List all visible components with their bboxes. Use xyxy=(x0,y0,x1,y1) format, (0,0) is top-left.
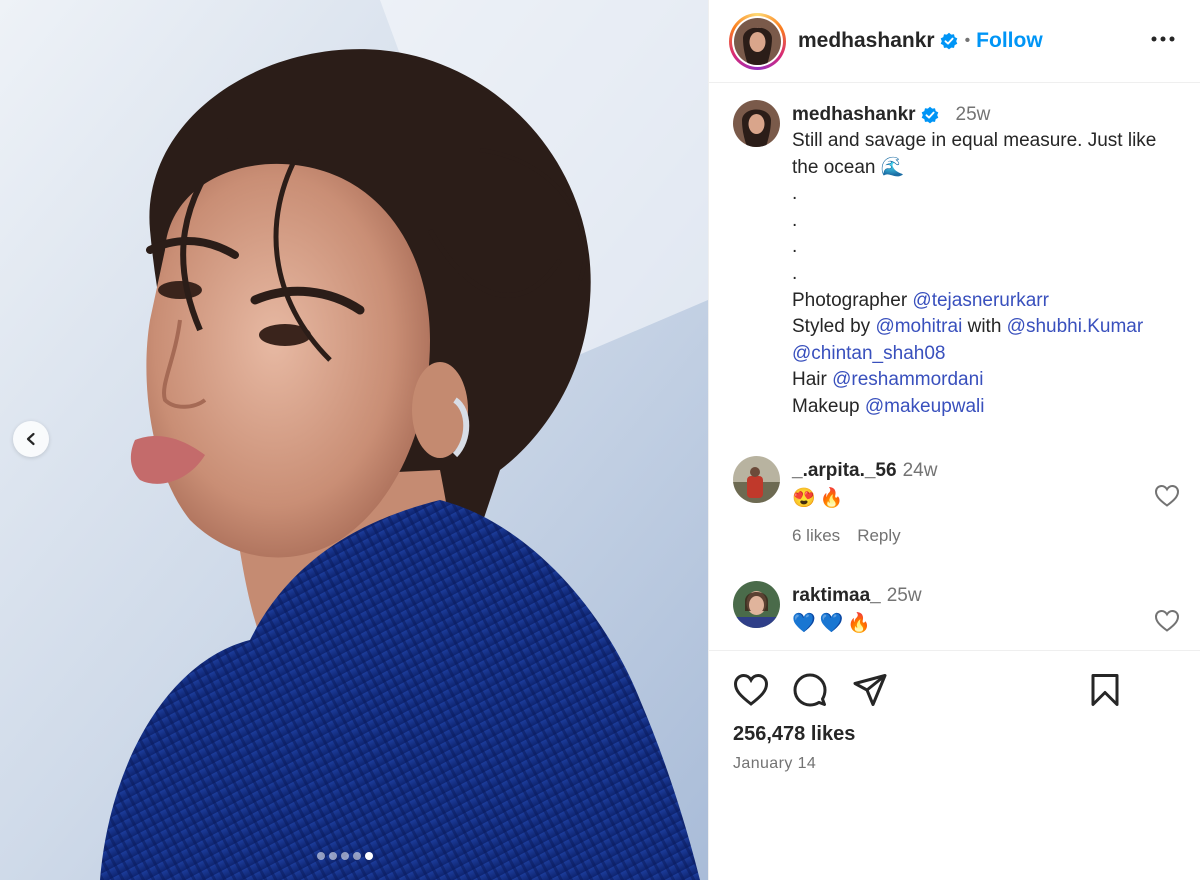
previous-slide-button[interactable] xyxy=(13,421,49,457)
mention-link[interactable]: @mohitrai xyxy=(875,316,962,337)
credit-line: @chintan_shah08 xyxy=(792,341,1180,368)
credit-line: Styled by @mohitrai with @shubhi.Kumar xyxy=(792,314,1180,341)
comment-username[interactable]: raktimaa_ xyxy=(792,585,881,607)
comment-username[interactable]: _.arpita._56 xyxy=(792,460,897,482)
comment-time[interactable]: 24w xyxy=(903,460,938,482)
mention-link[interactable]: @chintan_shah08 xyxy=(792,343,945,364)
mention-link[interactable]: @makeupwali xyxy=(865,396,985,417)
caption-time[interactable]: 25w xyxy=(956,104,991,126)
post-caption: medhashankr 25w Still and savage in equa… xyxy=(733,100,1180,430)
carousel-indicator xyxy=(317,852,373,860)
caption-author-avatar[interactable] xyxy=(733,100,780,147)
more-options-button[interactable] xyxy=(1148,27,1178,51)
post-header: medhashankr • Follow xyxy=(709,0,1200,83)
credit-line: Makeup @makeupwali xyxy=(792,394,1180,421)
commenter-avatar[interactable] xyxy=(733,581,780,628)
chevron-left-icon xyxy=(26,432,35,446)
caption-line: . xyxy=(792,209,798,231)
comment-meta: 6 likes Reply xyxy=(792,526,1180,546)
likes-count[interactable]: 256,478 likes xyxy=(733,723,855,746)
caption-line: Still and savage in equal measure. Just … xyxy=(792,130,1157,151)
caption-line: the ocean 🌊 xyxy=(792,156,905,178)
save-bookmark-icon[interactable] xyxy=(1090,673,1120,707)
caption-username[interactable]: medhashankr xyxy=(792,104,916,126)
carousel-dot xyxy=(341,852,349,860)
credit-line: Photographer @tejasnerurkarr xyxy=(792,288,1180,315)
comments-section[interactable]: medhashankr 25w Still and savage in equa… xyxy=(709,84,1200,650)
verified-badge-icon xyxy=(939,31,959,51)
mention-link[interactable]: @tejasnerurkarr xyxy=(912,290,1049,311)
share-send-icon[interactable] xyxy=(853,673,887,707)
carousel-dot-active xyxy=(365,852,373,860)
like-heart-icon[interactable] xyxy=(733,673,769,707)
mention-link[interactable]: @shubhi.Kumar xyxy=(1007,316,1144,337)
caption-line: . xyxy=(792,183,798,205)
carousel-dot xyxy=(353,852,361,860)
author-avatar-story-ring[interactable] xyxy=(729,12,786,70)
comment-time[interactable]: 25w xyxy=(887,585,922,607)
comment-likes[interactable]: 6 likes xyxy=(792,526,840,546)
reply-button[interactable]: Reply xyxy=(857,526,900,546)
mention-link[interactable]: @reshammordani xyxy=(832,369,983,390)
credit-line: Hair @reshammordani xyxy=(792,367,1180,394)
verified-badge-icon xyxy=(920,105,940,125)
credit-label: Styled by xyxy=(792,316,876,338)
like-comment-heart-icon[interactable] xyxy=(1154,609,1180,633)
author-username[interactable]: medhashankr xyxy=(798,29,935,53)
comment-bubble-icon[interactable] xyxy=(793,673,827,707)
comment-text: 💙💙🔥 xyxy=(792,613,875,634)
credit-label: Photographer xyxy=(792,289,913,311)
post-media[interactable] xyxy=(0,0,708,880)
comment-item: _.arpita._56 24w 😍🔥 6 likes Reply xyxy=(733,456,1180,556)
like-comment-heart-icon[interactable] xyxy=(1154,484,1180,508)
comment-item: raktimaa_ 25w 💙💙🔥 xyxy=(733,581,1180,650)
post-date[interactable]: January 14 xyxy=(733,755,816,773)
more-options-icon xyxy=(1151,36,1175,42)
follow-button[interactable]: Follow xyxy=(976,29,1043,53)
credit-label: Hair xyxy=(792,369,833,391)
credit-connector: with xyxy=(962,316,1007,338)
commenter-avatar[interactable] xyxy=(733,456,780,503)
carousel-dot xyxy=(317,852,325,860)
caption-line: . xyxy=(792,236,798,258)
carousel-dot xyxy=(329,852,337,860)
post-details-panel: medhashankr • Follow medhashankr 25w Sti… xyxy=(708,0,1200,880)
post-photo xyxy=(0,0,708,880)
header-separator: • xyxy=(964,32,971,49)
post-actions: 256,478 likes January 14 xyxy=(709,650,1200,880)
author-avatar xyxy=(734,17,781,65)
comment-text: 😍🔥 xyxy=(792,488,848,509)
caption-text: Still and savage in equal measure. Just … xyxy=(792,128,1180,421)
caption-line: . xyxy=(792,262,798,284)
credit-label: Makeup xyxy=(792,395,865,417)
